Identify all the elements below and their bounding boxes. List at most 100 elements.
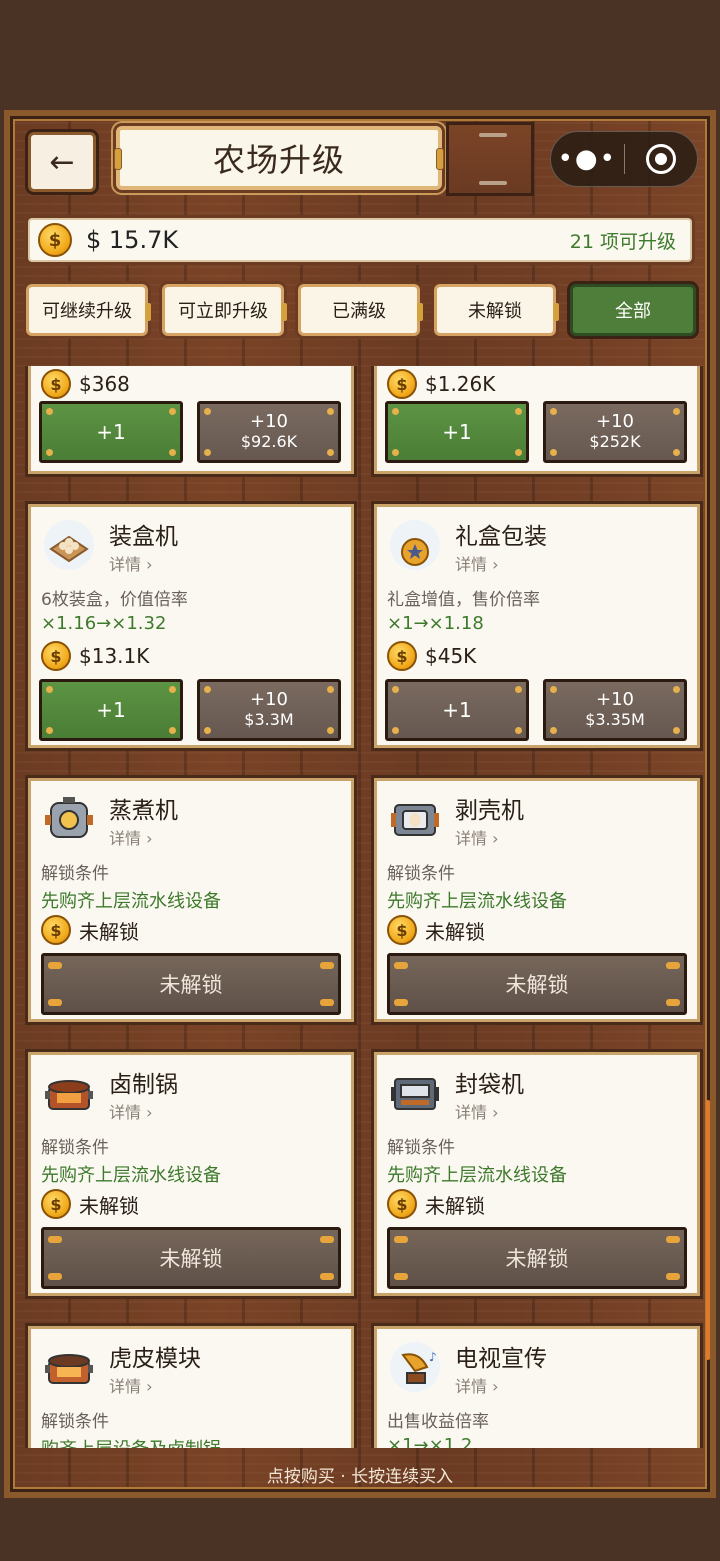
buy-ten-button[interactable]: +10 $252K [543,401,687,463]
btn-label: +10 [250,411,288,432]
more-icon[interactable]: •●• [551,144,624,174]
upgrade-card-box-machine: 装盒机 详情 › 6枚装盒，价值倍率 ×1.16→×1.32 $ $13.1K … [28,504,354,748]
card-name: 封袋机 [455,1072,524,1098]
button-bolt [48,999,62,1006]
tab-label: 已满级 [332,301,386,322]
button-bolt [515,727,522,734]
bottom-bar [0,1498,720,1561]
money-bar: $ $ 15.7K 21 项可升级 [28,218,692,262]
button-bolt [550,727,557,734]
tab-label: 可立即升级 [178,301,268,322]
card-name: 虎皮模块 [109,1346,201,1372]
close-mini-program-button[interactable] [625,144,698,174]
button-bolt [46,686,53,693]
button-bolt [48,1236,62,1243]
card-price: $ 未解锁 [387,1189,485,1219]
mini-program-capsule: •●• [550,131,698,187]
tab-label: 可继续升级 [42,301,132,322]
btn-cost: $3.3M [244,710,294,729]
tab-can-continue[interactable]: 可继续升级 [26,284,151,336]
upgrade-card-tv-ad: ♪ 电视宣传 详情 › 出售收益倍率 ×1→×1.2 [374,1326,700,1448]
card-name: 礼盒包装 [455,524,547,550]
unlock-condition-label: 解锁条件 [41,1138,109,1158]
btn-label: +1 [96,420,126,444]
buy-ten-button[interactable]: +10 $3.3M [197,679,341,741]
card-price: $ 未解锁 [387,915,485,945]
tab-can-upgrade-now[interactable]: 可立即升级 [162,284,287,336]
details-link[interactable]: 详情 › [455,551,499,575]
button-bolt [327,408,334,415]
price-text: 未解锁 [79,919,139,944]
details-link[interactable]: 详情 › [109,825,153,849]
button-bolt [327,449,334,456]
unlock-condition-label: 解锁条件 [41,1412,109,1432]
target-icon [645,144,676,174]
details-link[interactable]: 详情 › [109,1373,153,1397]
details-link[interactable]: 详情 › [455,1099,499,1123]
details-link[interactable]: 详情 › [109,1099,153,1123]
back-button[interactable]: ← [28,132,96,192]
button-bolt [394,999,408,1006]
button-bolt [394,1236,408,1243]
peg-left [114,148,122,170]
upgrade-list[interactable]: $ $368 +1 +10 $92.6K $ $1.26K +1 +10 $25… [14,366,706,1448]
button-bolt [320,1273,334,1280]
buy-one-button[interactable]: +1 [385,401,529,463]
button-bolt [515,408,522,415]
button-bolt [550,408,557,415]
price-text: 未解锁 [79,1193,139,1218]
details-link[interactable]: 详情 › [455,1373,499,1397]
buy-ten-button[interactable]: +10 $92.6K [197,401,341,463]
buy-one-button[interactable]: +1 [385,679,529,741]
details-link[interactable]: 详情 › [455,825,499,849]
buy-ten-button[interactable]: +10 $3.35M [543,679,687,741]
card-description: 出售收益倍率 [387,1412,489,1432]
button-bolt [550,686,557,693]
coin-icon: $ [387,369,417,399]
svg-text:♪: ♪ [429,1350,437,1364]
btn-cost: $92.6K [240,432,298,451]
upgrade-card-braise-pot: 卤制锅 详情 › 解锁条件 先购齐上层流水线设备 $ 未解锁 未解锁 [28,1052,354,1296]
coin-icon: $ [38,223,72,257]
details-link[interactable]: 详情 › [109,551,153,575]
upgrade-card-tiger-skin: 虎皮模块 详情 › 解锁条件 购齐上层设备及卤制锅 [28,1326,354,1448]
button-bolt [204,727,211,734]
unlock-condition: 购齐上层设备及卤制锅 [41,1435,221,1448]
card-name: 装盒机 [109,524,178,550]
card-price: $ $368 [41,369,130,399]
card-name: 剥壳机 [455,798,524,824]
unlock-condition: 先购齐上层流水线设备 [387,891,567,912]
locked-button[interactable]: 未解锁 [387,953,687,1015]
locked-button[interactable]: 未解锁 [387,1227,687,1289]
tiger-skin-icon [43,1341,95,1393]
scrollbar[interactable] [706,1100,710,1360]
button-bolt [46,449,53,456]
button-bolt [392,449,399,456]
button-bolt [673,727,680,734]
buy-one-button[interactable]: +1 [39,679,183,741]
button-bolt [327,686,334,693]
button-bolt [169,449,176,456]
button-bolt [48,1273,62,1280]
btn-label: +10 [596,411,634,432]
button-bolt [515,686,522,693]
btn-label: 未解锁 [505,1247,569,1271]
button-bolt [394,962,408,969]
btn-label: +1 [96,698,126,722]
btn-cost: $252K [589,432,641,451]
button-bolt [394,1273,408,1280]
tab-max-level[interactable]: 已满级 [298,284,423,336]
coin-icon: $ [41,641,71,671]
tab-locked[interactable]: 未解锁 [434,284,559,336]
button-bolt [169,727,176,734]
card-multiplier: ×1.16→×1.32 [41,613,167,634]
upgrade-count: 21 项可升级 [569,230,676,253]
upgrade-card-steamer: 蒸煮机 详情 › 解锁条件 先购齐上层流水线设备 $ 未解锁 未解锁 [28,778,354,1022]
coin-icon: $ [41,369,71,399]
btn-label: 未解锁 [505,973,569,997]
buy-one-button[interactable]: +1 [39,401,183,463]
tab-all[interactable]: 全部 [570,284,696,336]
locked-button[interactable]: 未解锁 [41,1227,341,1289]
button-bolt [327,727,334,734]
locked-button[interactable]: 未解锁 [41,953,341,1015]
